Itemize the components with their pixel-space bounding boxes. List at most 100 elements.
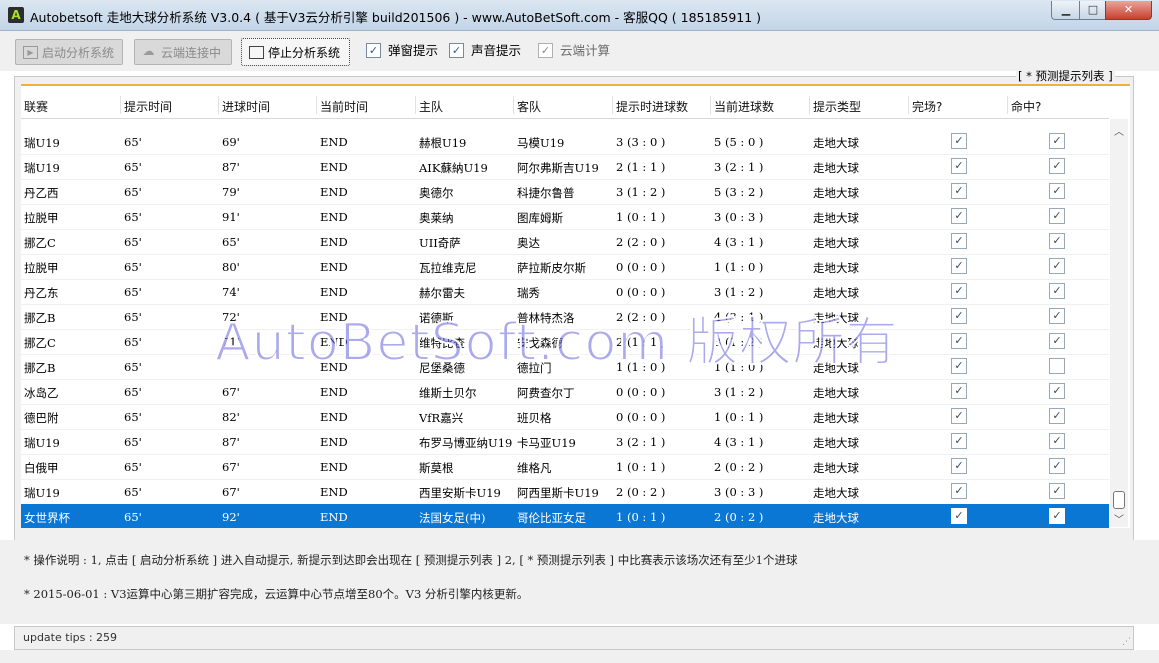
finished-checkbox[interactable]: ✓ [951,233,967,249]
scroll-thumb[interactable] [1113,491,1125,509]
finished-checkbox[interactable]: ✓ [951,183,967,199]
hit-checkbox[interactable]: ✓ [1049,508,1065,524]
current-time-cell: END [320,435,348,449]
column-header[interactable]: 进球时间 [222,98,270,115]
sound-checkbox[interactable]: ✓ 声音提示 [449,43,521,59]
current-time-cell: END [320,235,348,249]
hit-checkbox[interactable]: ✓ [1049,133,1065,149]
away-team-cell: 德拉门 [517,361,552,375]
finished-checkbox[interactable]: ✓ [951,258,967,274]
table-row[interactable]: 女世界杯 65' 92' END 法国女足(中) 哥伦比亚女足 1 (0 : 1 ) 2 (0… [21,504,1109,528]
table-row[interactable]: 丹乙西 65' 79' END 奥德尔 科捷尔鲁普 3 (1 : 2 ) 5 (3 : 2 )… [21,179,1109,205]
table-row[interactable]: 白俄甲 65' 67' END 斯莫根 维格凡 1 (0 : 1 ) 2 (0 : 2 ) 走地… [21,454,1109,480]
finished-checkbox[interactable]: ✓ [951,358,967,374]
finished-checkbox[interactable]: ✓ [951,308,967,324]
column-header[interactable]: 提示时间 [124,98,172,115]
popup-checkbox[interactable]: ✓ 弹窗提示 [366,43,438,59]
column-header[interactable]: 提示类型 [813,98,861,115]
hit-checkbox[interactable]: ✓ [1049,233,1065,249]
table-row[interactable]: 拉脱甲 65' 80' END 瓦拉维克尼 萨拉斯皮尔斯 0 (0 : 0 ) 1 (1 : … [21,254,1109,280]
start-analysis-button[interactable]: ▶ 启动分析系统 [15,39,123,65]
column-divider[interactable] [710,96,711,114]
resize-grip-icon[interactable]: ⋰ [1122,637,1131,647]
table-row[interactable]: 丹乙东 65' 74' END 赫尔雷夫 瑞秀 0 (0 : 0 ) 3 (1 : 2 ) 走地… [21,279,1109,305]
hit-checkbox[interactable]: ✓ [1049,183,1065,199]
column-divider[interactable] [120,96,121,114]
hit-checkbox[interactable]: ✓ [1049,408,1065,424]
table-row[interactable]: 冰岛乙 65' 67' END 维斯土贝尔 阿费查尔丁 0 (0 : 0 ) 3 (1 : 2… [21,379,1109,405]
table-row[interactable]: 挪乙B 65' END 尼堡桑德 德拉门 1 (1 : 0 ) 1 (1 : 0 ) 走地大球… [21,354,1109,380]
finished-checkbox[interactable]: ✓ [951,383,967,399]
stop-analysis-button[interactable]: 停止分析系统 [241,38,350,66]
column-divider[interactable] [1007,96,1008,114]
tip-score-cell: 2 (1 : 1 ) [616,335,666,349]
table-row[interactable]: 挪乙C 65' 65' END UII奇萨 奥达 2 (2 : 0 ) 4 (3 : 1 ) 走… [21,229,1109,255]
finished-checkbox[interactable]: ✓ [951,433,967,449]
column-header[interactable]: 客队 [517,98,541,115]
close-button[interactable]: ✕ [1105,1,1152,20]
finished-checkbox[interactable]: ✓ [951,208,967,224]
hit-checkbox[interactable] [1049,358,1065,374]
finished-checkbox[interactable]: ✓ [951,508,967,524]
hit-checkbox[interactable]: ✓ [1049,308,1065,324]
column-header[interactable]: 主队 [419,98,443,115]
hit-checkbox[interactable]: ✓ [1049,333,1065,349]
column-divider[interactable] [415,96,416,114]
home-team-cell: 尼堡桑德 [419,361,465,375]
column-header[interactable]: 完场? [912,98,942,115]
hit-checkbox[interactable]: ✓ [1049,458,1065,474]
tip-time-cell: 65' [124,185,142,199]
column-header[interactable]: 提示时进球数 [616,98,688,115]
tip-time-cell: 65' [124,285,142,299]
tip-time-cell: 65' [124,135,142,149]
cloud-calc-checkbox[interactable]: ✓ 云端计算 [538,43,610,59]
column-divider[interactable] [513,96,514,114]
scroll-up-icon[interactable]: ︿ [1113,123,1125,138]
column-header[interactable]: 当前时间 [320,98,368,115]
table-row[interactable]: 挪乙B 65' 72' END 诺德斯 普林特杰洛 2 (2 : 0 ) 4 (3 : 1 )… [21,304,1109,330]
instructions-text: * 操作说明 : 1, 点击 [ 启动分析系统 ] 进入自动提示, 新提示到达即… [24,553,798,567]
hit-checkbox[interactable]: ✓ [1049,383,1065,399]
table-row[interactable]: 挪乙C 65' 71' END 维特比查 安戈森德 2 (1 : 1 ) 3 (1 : 2 )… [21,329,1109,355]
table-row[interactable]: 德巴附 65' 82' END VfR嘉兴 班贝格 0 (0 : 0 ) 1 (0 : 1 )… [21,404,1109,430]
cloud-icon: ☁ [142,44,155,58]
prediction-table[interactable]: 联赛 提示时间 进球时间 当前时间 主队 客队 提示时进球数 当前进球数 提示类型 完场? 命中? … [21,84,1130,528]
window-title: Autobetsoft 走地大球分析系统 V3.0.4 ( 基于V3云分析引擎 … [30,10,762,25]
table-row[interactable]: 瑞U19 65' 69' END 赫根U19 马模U19 3 (3 : 0 ) 5 (5 : … [21,129,1109,155]
away-team-cell: 阿尔弗斯吉U19 [517,161,599,175]
finished-checkbox[interactable]: ✓ [951,283,967,299]
tip-type-cell: 走地大球 [813,286,859,300]
column-divider[interactable] [612,96,613,114]
table-row[interactable]: 瑞U19 65' 87' END AIK蘇納U19 阿尔弗斯吉U19 2 (1 : 1 ) 3… [21,154,1109,180]
column-header[interactable]: 当前进球数 [714,98,774,115]
finished-checkbox[interactable]: ✓ [951,458,967,474]
away-team-cell: 卡马亚U19 [517,436,576,450]
hit-checkbox[interactable]: ✓ [1049,158,1065,174]
hit-checkbox[interactable]: ✓ [1049,483,1065,499]
league-cell: 拉脱甲 [24,261,59,275]
finished-checkbox[interactable]: ✓ [951,333,967,349]
scroll-down-icon[interactable]: ﹀ [1113,511,1125,526]
finished-checkbox[interactable]: ✓ [951,158,967,174]
hit-checkbox[interactable]: ✓ [1049,433,1065,449]
cloud-connect-button[interactable]: ☁ 云端连接中 [134,39,232,65]
column-divider[interactable] [908,96,909,114]
hit-checkbox[interactable]: ✓ [1049,283,1065,299]
column-header[interactable]: 联赛 [24,98,48,115]
tip-type-cell: 走地大球 [813,211,859,225]
hit-checkbox[interactable]: ✓ [1049,208,1065,224]
column-divider[interactable] [316,96,317,114]
table-row[interactable]: 拉脱甲 65' 91' END 奥莱纳 图库姆斯 1 (0 : 1 ) 3 (0 : 3 ) 走… [21,204,1109,230]
column-divider[interactable] [809,96,810,114]
table-row[interactable]: 瑞U19 65' 87' END 布罗马博亚纳U19 卡马亚U19 3 (2 : 1 ) 4 … [21,429,1109,455]
finished-checkbox[interactable]: ✓ [951,408,967,424]
finished-checkbox[interactable]: ✓ [951,133,967,149]
hit-checkbox[interactable]: ✓ [1049,258,1065,274]
column-divider[interactable] [218,96,219,114]
minimize-button[interactable]: ▁ [1051,1,1081,20]
maximize-button[interactable]: □ [1079,1,1107,20]
finished-checkbox[interactable]: ✓ [951,483,967,499]
column-header[interactable]: 命中? [1011,98,1041,115]
table-row[interactable]: 瑞U19 65' 67' END 西里安斯卡U19 阿西里斯卡U19 2 (0 : 2 ) 3… [21,479,1109,505]
vertical-scrollbar[interactable]: ︿ ﹀ [1110,119,1128,527]
